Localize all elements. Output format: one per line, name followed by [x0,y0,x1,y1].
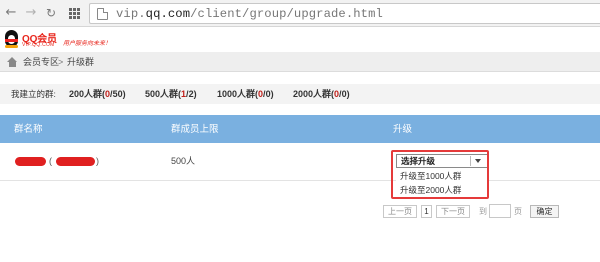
page-label: 页 [514,207,522,216]
summary-group-2000: 2000人群(0/0) [293,89,350,99]
redacted-group-id [56,157,95,166]
group-id-close-paren: ) [96,156,99,166]
chevron-down-icon[interactable] [470,156,484,166]
group-summary: 我建立的群: 200人群(0/50) 500人群(1/2) 1000人群(0/0… [0,84,600,104]
apps-grid-icon[interactable] [69,8,80,19]
qq-penguin-logo-icon[interactable] [3,30,20,49]
summary-group-200: 200人群(0/50) [69,89,126,99]
breadcrumb: 会员专区 > 升级群 [0,52,600,72]
logo-subtitle: VIP.QQ.COM [22,42,55,48]
prev-page-button[interactable]: 上一页 [383,205,417,218]
upgrade-select[interactable]: 选择升级 [396,154,488,168]
table-row: ( ) 500人 [0,143,600,181]
next-page-button[interactable]: 下一页 [436,205,470,218]
url-text: vip.qq.com/client/group/upgrade.html [116,7,383,21]
jump-to-label: 到 [479,207,487,216]
breadcrumb-home-link[interactable]: 会员专区 [23,56,59,68]
upgrade-select-value: 选择升级 [401,156,436,166]
page-jump-input[interactable] [489,204,511,218]
summary-label: 我建立的群: [11,89,56,99]
column-header-member-limit: 群成员上限 [171,124,219,135]
address-bar[interactable]: vip.qq.com/client/group/upgrade.html [89,3,600,24]
member-limit-value: 500人 [171,156,196,166]
home-icon[interactable] [7,57,18,67]
page-icon [97,8,108,20]
breadcrumb-separator: > [58,57,64,67]
browser-toolbar: ← → ↻ vip.qq.com/client/group/upgrade.ht… [0,0,600,27]
group-id-open-paren: ( [49,156,52,166]
reload-icon[interactable]: ↻ [44,5,58,21]
upgrade-options-list: 升级至1000人群 升级至2000人群 [396,169,488,197]
confirm-jump-button[interactable]: 确定 [530,205,559,218]
option-upgrade-2000[interactable]: 升级至2000人群 [400,185,461,196]
summary-group-500: 500人群(1/2) [145,89,197,99]
back-arrow-icon[interactable]: ← [4,5,18,21]
column-header-upgrade: 升级 [393,124,413,135]
site-header: QQ会员 VIP.QQ.COM 用户服务向未来！ [0,28,600,52]
summary-group-1000: 1000人群(0/0) [217,89,274,99]
logo-slogan: 用户服务向未来！ [63,41,112,47]
page-number-button[interactable]: 1 [421,205,432,218]
redacted-group-name [15,157,46,166]
breadcrumb-current: 升级群 [67,57,95,67]
forward-arrow-icon[interactable]: → [24,5,38,21]
table-header: 群名称 群成员上限 升级 [0,115,600,143]
column-header-group-name: 群名称 [14,124,43,135]
option-upgrade-1000[interactable]: 升级至1000人群 [400,171,461,182]
